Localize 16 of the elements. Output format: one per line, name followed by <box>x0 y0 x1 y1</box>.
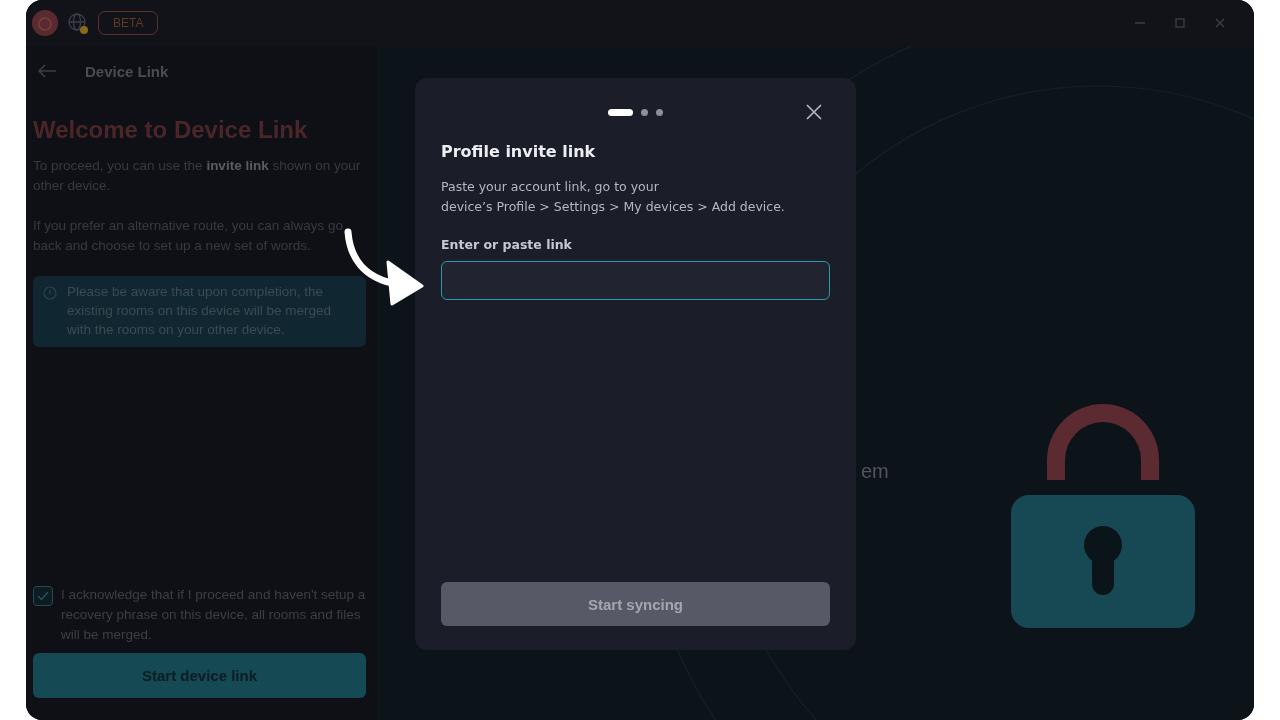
avatar-icon[interactable] <box>32 10 58 36</box>
dialog-description: Paste your account link, go to your device’s Profile > Settings > My devices > Add device. <box>441 178 786 216</box>
info-icon <box>43 286 57 300</box>
maximize-icon[interactable] <box>1174 17 1186 29</box>
beta-badge: BETA <box>98 11 159 35</box>
welcome-heading: Welcome to Device Link <box>33 116 309 144</box>
field-label: Enter or paste link <box>441 237 573 252</box>
back-arrow-icon[interactable] <box>37 64 57 78</box>
link-input-field[interactable] <box>441 261 830 300</box>
globe-icon[interactable] <box>66 11 90 35</box>
page-title: Device Link <box>85 62 169 80</box>
dialog-title: Profile invite link <box>441 142 597 161</box>
checkbox[interactable] <box>33 586 53 606</box>
checkmark-icon <box>36 589 50 603</box>
close-icon[interactable] <box>806 104 822 120</box>
background-text: em <box>861 460 889 483</box>
